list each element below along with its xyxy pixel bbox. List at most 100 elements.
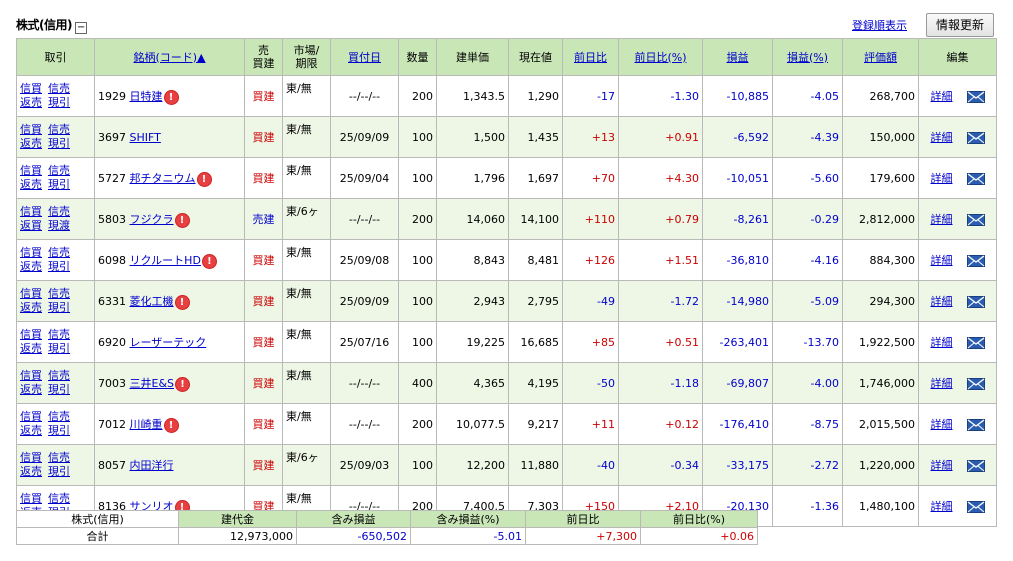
detail-link[interactable]: 詳細 — [931, 336, 953, 349]
mail-icon[interactable] — [966, 214, 985, 226]
credit-buy-link[interactable]: 信買 — [20, 492, 42, 506]
credit-sell-link[interactable]: 信売 — [48, 492, 70, 506]
repay-link[interactable]: 返売 — [20, 424, 42, 438]
col-pl-sort[interactable]: 損益 — [702, 38, 773, 76]
credit-buy-link[interactable]: 信買 — [20, 451, 42, 465]
delivery-link[interactable]: 現引 — [48, 137, 70, 151]
credit-sell-link[interactable]: 信売 — [48, 410, 70, 424]
stock-name-link[interactable]: 日特建 — [130, 90, 163, 103]
credit-buy-link[interactable]: 信買 — [20, 205, 42, 219]
detail-link[interactable]: 詳細 — [931, 459, 953, 472]
credit-buy-link[interactable]: 信買 — [20, 410, 42, 424]
purchase-date: 25/09/03 — [330, 444, 399, 486]
credit-buy-link[interactable]: 信買 — [20, 246, 42, 260]
credit-buy-link[interactable]: 信買 — [20, 287, 42, 301]
mail-icon[interactable] — [966, 255, 985, 267]
repay-link[interactable]: 返買 — [20, 219, 42, 233]
mail-icon[interactable] — [966, 296, 985, 308]
repay-link[interactable]: 返売 — [20, 342, 42, 356]
alert-icon[interactable]: ! — [197, 172, 211, 186]
stock-name-link[interactable]: 菱化工機 — [130, 295, 174, 308]
credit-sell-link[interactable]: 信売 — [48, 246, 70, 260]
market-term: 東/無 — [282, 157, 331, 199]
col-change-sort[interactable]: 前日比 — [562, 38, 619, 76]
repay-link[interactable]: 返売 — [20, 301, 42, 315]
mail-icon[interactable] — [966, 91, 985, 103]
alert-icon[interactable]: ! — [164, 418, 178, 432]
credit-buy-link[interactable]: 信買 — [20, 328, 42, 342]
col-pl-pct-sort[interactable]: 損益(%) — [772, 38, 843, 76]
repay-link[interactable]: 返売 — [20, 96, 42, 110]
delivery-link[interactable]: 現渡 — [48, 219, 70, 233]
delivery-link[interactable]: 現引 — [48, 96, 70, 110]
alert-icon[interactable]: ! — [175, 295, 189, 309]
credit-sell-link[interactable]: 信売 — [48, 123, 70, 137]
stock-name-link[interactable]: レーザーテック — [130, 336, 207, 349]
repay-link[interactable]: 返売 — [20, 137, 42, 151]
stock-name-link[interactable]: 内田洋行 — [130, 459, 174, 472]
stock-name-link[interactable]: リクルートHD — [130, 254, 201, 267]
stock-name-link[interactable]: 邦チタニウム — [130, 172, 196, 185]
mail-icon[interactable] — [966, 419, 985, 431]
mail-icon[interactable] — [966, 132, 985, 144]
delivery-link[interactable]: 現引 — [48, 301, 70, 315]
stock-name-cell: 6098 リクルートHD! — [94, 239, 245, 281]
stock-name-link[interactable]: フジクラ — [130, 213, 174, 226]
stock-name-cell: 5803 フジクラ! — [94, 198, 245, 240]
repay-link[interactable]: 返売 — [20, 260, 42, 274]
day-change-pct: -1.18 — [618, 362, 703, 404]
repay-link[interactable]: 返売 — [20, 465, 42, 479]
detail-link[interactable]: 詳細 — [931, 172, 953, 185]
delivery-link[interactable]: 現引 — [48, 465, 70, 479]
detail-link[interactable]: 詳細 — [931, 377, 953, 390]
credit-buy-link[interactable]: 信買 — [20, 164, 42, 178]
mail-icon[interactable] — [966, 337, 985, 349]
delivery-link[interactable]: 現引 — [48, 178, 70, 192]
credit-buy-link[interactable]: 信買 — [20, 369, 42, 383]
delivery-link[interactable]: 現引 — [48, 424, 70, 438]
mail-icon[interactable] — [966, 501, 985, 513]
day-change-pct: +4.30 — [618, 157, 703, 199]
credit-sell-link[interactable]: 信売 — [48, 205, 70, 219]
mail-icon[interactable] — [966, 460, 985, 472]
stock-name-link[interactable]: SHIFT — [130, 131, 161, 144]
delivery-link[interactable]: 現引 — [48, 260, 70, 274]
col-value-sort[interactable]: 評価額 — [842, 38, 919, 76]
credit-buy-link[interactable]: 信買 — [20, 123, 42, 137]
credit-sell-link[interactable]: 信売 — [48, 328, 70, 342]
delivery-link[interactable]: 現引 — [48, 383, 70, 397]
profit-loss: -33,175 — [702, 444, 773, 486]
alert-icon[interactable]: ! — [176, 377, 190, 391]
alert-icon[interactable]: ! — [175, 213, 189, 227]
credit-sell-link[interactable]: 信売 — [48, 369, 70, 383]
detail-link[interactable]: 詳細 — [931, 500, 953, 513]
collapse-toggle[interactable]: − — [74, 22, 87, 34]
credit-buy-link[interactable]: 信買 — [20, 82, 42, 96]
credit-sell-link[interactable]: 信売 — [48, 451, 70, 465]
stock-name-link[interactable]: 三井E&S — [130, 377, 175, 390]
repay-link[interactable]: 返売 — [20, 178, 42, 192]
alert-icon[interactable]: ! — [202, 254, 216, 268]
detail-link[interactable]: 詳細 — [931, 90, 953, 103]
detail-link[interactable]: 詳細 — [931, 131, 953, 144]
col-date-sort[interactable]: 買付日 — [330, 38, 399, 76]
credit-sell-link[interactable]: 信売 — [48, 82, 70, 96]
detail-link[interactable]: 詳細 — [931, 254, 953, 267]
update-info-button[interactable]: 情報更新 — [926, 13, 994, 37]
market-term: 東/無 — [282, 280, 331, 322]
stock-name-link[interactable]: 川崎重 — [130, 418, 163, 431]
mail-icon[interactable] — [966, 378, 985, 390]
col-name-sort[interactable]: 銘柄(コード)▲ — [94, 38, 245, 76]
credit-sell-link[interactable]: 信売 — [48, 164, 70, 178]
mail-icon[interactable] — [966, 173, 985, 185]
delivery-link[interactable]: 現引 — [48, 342, 70, 356]
register-order-link[interactable]: 登録順表示 — [852, 17, 907, 33]
detail-link[interactable]: 詳細 — [931, 418, 953, 431]
alert-icon[interactable]: ! — [164, 90, 178, 104]
market-term: 東/無 — [282, 403, 331, 445]
detail-link[interactable]: 詳細 — [931, 213, 953, 226]
detail-link[interactable]: 詳細 — [931, 295, 953, 308]
repay-link[interactable]: 返売 — [20, 383, 42, 397]
col-change-pct-sort[interactable]: 前日比(%) — [618, 38, 703, 76]
credit-sell-link[interactable]: 信売 — [48, 287, 70, 301]
